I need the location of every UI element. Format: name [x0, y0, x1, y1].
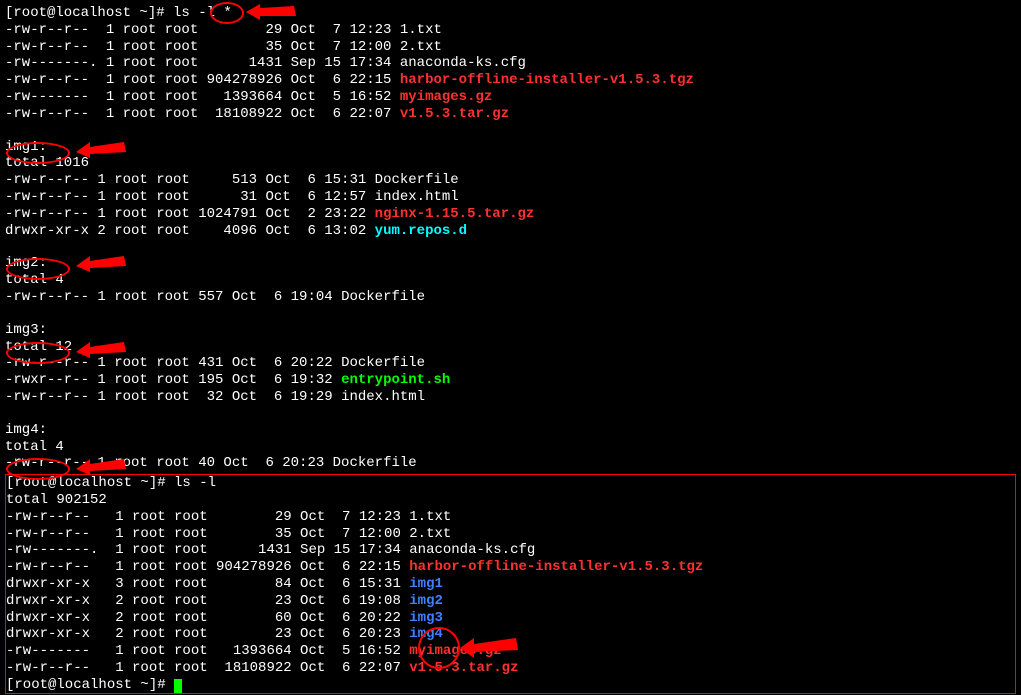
command-line: [root@localhost ~]# ls -l	[6, 475, 1015, 492]
filename: img2	[409, 593, 443, 609]
file-row: -rw------- 1 root root 1393664 Oct 5 16:…	[5, 89, 1016, 106]
filename: anaconda-ks.cfg	[400, 55, 526, 71]
filename: img3	[409, 610, 443, 626]
file-row: -rw-r--r-- 1 root root 904278926 Oct 6 2…	[5, 72, 1016, 89]
filename: 1.txt	[409, 509, 451, 525]
file-listing-img4: -rw-r--r-- 1 root root 40 Oct 6 20:23 Do…	[5, 455, 1016, 472]
prompt-line[interactable]: [root@localhost ~]#	[6, 677, 1015, 694]
terminal-output: [root@localhost ~]# ls -l * -rw-r--r-- 1…	[5, 5, 1016, 694]
file-row: -rw-r--r-- 1 root root 513 Oct 6 15:31 D…	[5, 172, 1016, 189]
filename: myimages.gz	[400, 89, 492, 105]
file-listing-img2: -rw-r--r-- 1 root root 557 Oct 6 19:04 D…	[5, 289, 1016, 306]
filename: entrypoint.sh	[341, 372, 450, 388]
file-row: drwxr-xr-x 3 root root 84 Oct 6 15:31 im…	[6, 576, 1015, 593]
filename: Dockerfile	[375, 172, 459, 188]
file-row: -rw-r--r-- 1 root root 18108922 Oct 6 22…	[6, 660, 1015, 677]
filename: img1	[409, 576, 443, 592]
total-line: total 1016	[5, 155, 1016, 172]
file-row: -rw-r--r-- 1 root root 431 Oct 6 20:22 D…	[5, 355, 1016, 372]
filename: myimages.gz	[409, 643, 501, 659]
filename: 1.txt	[400, 22, 442, 38]
filename: 2.txt	[400, 39, 442, 55]
file-row: -rw-r--r-- 1 root root 29 Oct 7 12:23 1.…	[5, 22, 1016, 39]
file-listing-box: -rw-r--r-- 1 root root 29 Oct 7 12:23 1.…	[6, 509, 1015, 677]
file-row: -rw-r--r-- 1 root root 557 Oct 6 19:04 D…	[5, 289, 1016, 306]
total-line: total 4	[5, 272, 1016, 289]
filename: anaconda-ks.cfg	[409, 542, 535, 558]
file-row: -rw-r--r-- 1 root root 904278926 Oct 6 2…	[6, 559, 1015, 576]
filename: Dockerfile	[341, 355, 425, 371]
file-row: -rwxr--r-- 1 root root 195 Oct 6 19:32 e…	[5, 372, 1016, 389]
file-row: -rw-r--r-- 1 root root 1024791 Oct 2 23:…	[5, 206, 1016, 223]
file-row: -rw-------. 1 root root 1431 Sep 15 17:3…	[6, 542, 1015, 559]
cursor-icon	[174, 679, 182, 693]
dir-header-img4: img4:	[5, 422, 1016, 439]
file-row: drwxr-xr-x 2 root root 23 Oct 6 20:23 im…	[6, 626, 1015, 643]
filename: yum.repos.d	[375, 223, 467, 239]
file-row: -rw-r--r-- 1 root root 35 Oct 7 12:00 2.…	[6, 526, 1015, 543]
file-row: drwxr-xr-x 2 root root 23 Oct 6 19:08 im…	[6, 593, 1015, 610]
total-line: total 902152	[6, 492, 1015, 509]
file-row: -rw-r--r-- 1 root root 29 Oct 7 12:23 1.…	[6, 509, 1015, 526]
filename: index.html	[341, 389, 425, 405]
total-line: total 12	[5, 339, 1016, 356]
highlighted-box: [root@localhost ~]# ls -l total 902152 -…	[5, 474, 1016, 694]
filename: img4	[409, 626, 443, 642]
file-row: drwxr-xr-x 2 root root 60 Oct 6 20:22 im…	[6, 610, 1015, 627]
file-listing-img3: -rw-r--r-- 1 root root 431 Oct 6 20:22 D…	[5, 355, 1016, 405]
file-row: -rw-r--r-- 1 root root 18108922 Oct 6 22…	[5, 106, 1016, 123]
filename: harbor-offline-installer-v1.5.3.tgz	[400, 72, 694, 88]
filename: harbor-offline-installer-v1.5.3.tgz	[409, 559, 703, 575]
filename: 2.txt	[409, 526, 451, 542]
filename: v1.5.3.tar.gz	[400, 106, 509, 122]
file-row: -rw-r--r-- 1 root root 32 Oct 6 19:29 in…	[5, 389, 1016, 406]
filename: index.html	[375, 189, 459, 205]
file-row: -rw-r--r-- 1 root root 31 Oct 6 12:57 in…	[5, 189, 1016, 206]
dir-header-img1: img1:	[5, 139, 1016, 156]
filename: nginx-1.15.5.tar.gz	[375, 206, 535, 222]
file-listing-top: -rw-r--r-- 1 root root 29 Oct 7 12:23 1.…	[5, 22, 1016, 123]
file-row: drwxr-xr-x 2 root root 4096 Oct 6 13:02 …	[5, 223, 1016, 240]
filename: v1.5.3.tar.gz	[409, 660, 518, 676]
total-line: total 4	[5, 439, 1016, 456]
filename: Dockerfile	[333, 455, 417, 471]
file-listing-img1: -rw-r--r-- 1 root root 513 Oct 6 15:31 D…	[5, 172, 1016, 239]
file-row: -rw-r--r-- 1 root root 35 Oct 7 12:00 2.…	[5, 39, 1016, 56]
dir-header-img3: img3:	[5, 322, 1016, 339]
file-row: -rw------- 1 root root 1393664 Oct 5 16:…	[6, 643, 1015, 660]
command-line: [root@localhost ~]# ls -l *	[5, 5, 1016, 22]
file-row: -rw-------. 1 root root 1431 Sep 15 17:3…	[5, 55, 1016, 72]
filename: Dockerfile	[341, 289, 425, 305]
file-row: -rw-r--r-- 1 root root 40 Oct 6 20:23 Do…	[5, 455, 1016, 472]
dir-header-img2: img2:	[5, 255, 1016, 272]
